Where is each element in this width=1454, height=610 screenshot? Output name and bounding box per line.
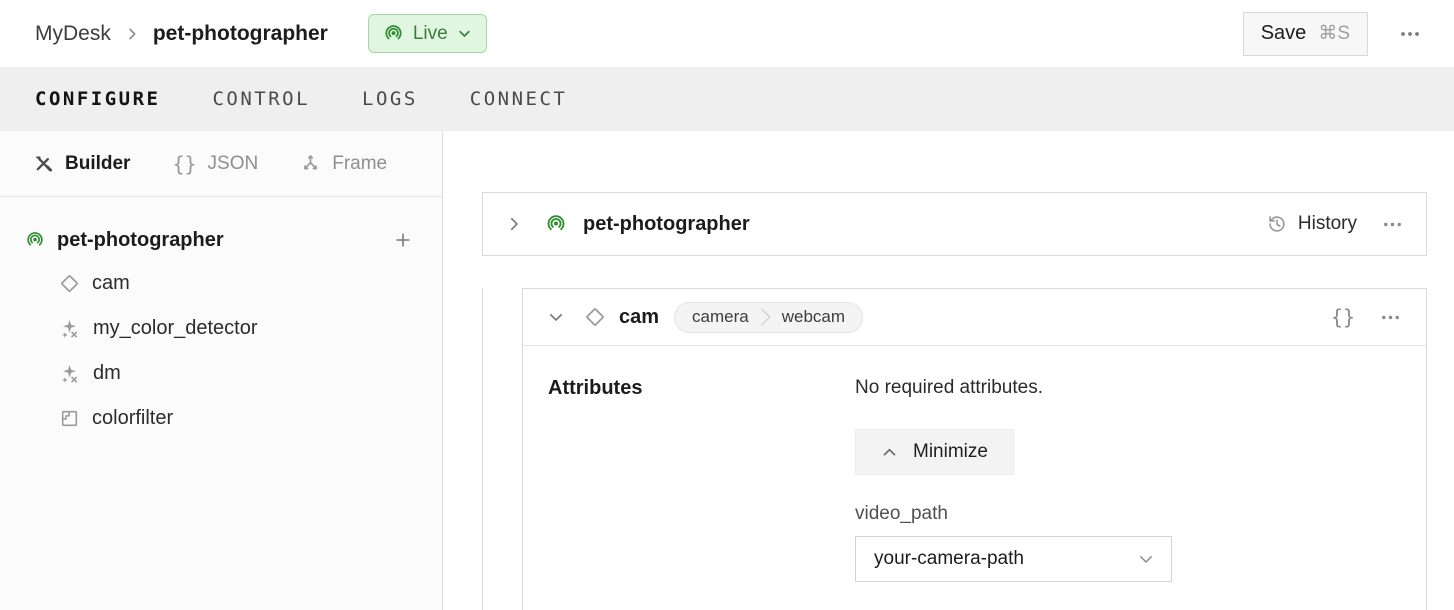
- view-tab-builder-label: Builder: [65, 153, 130, 175]
- machine-card-expand-button[interactable]: [499, 209, 529, 239]
- primary-tabbar: CONFIGURE CONTROL LOGS CONNECT: [0, 67, 1454, 131]
- view-code-button[interactable]: {}: [1331, 305, 1355, 329]
- view-tab-frame[interactable]: Frame: [300, 153, 387, 175]
- ellipsis-icon: [1379, 306, 1402, 329]
- tools-icon: [33, 153, 54, 174]
- tab-connect[interactable]: CONNECT: [470, 88, 568, 110]
- tab-control[interactable]: CONTROL: [212, 88, 310, 110]
- save-button-label: Save: [1261, 22, 1307, 45]
- resource-type-tags: camera webcam: [674, 302, 863, 333]
- breadcrumb-org[interactable]: MyDesk: [35, 22, 111, 46]
- chevron-separator-icon: [759, 306, 772, 328]
- breadcrumb: MyDesk pet-photographer: [35, 22, 328, 46]
- attributes-label-column: Attributes: [548, 377, 855, 582]
- resource-cards-group: cam camera webcam {}: [482, 288, 1427, 610]
- chevron-down-icon: [547, 308, 565, 326]
- machine-card-title: pet-photographer: [583, 213, 750, 236]
- cam-card-body: Attributes No required attributes. Minim…: [523, 346, 1426, 582]
- minimize-button[interactable]: Minimize: [855, 429, 1014, 475]
- video-path-select-value: your-camera-path: [874, 548, 1024, 570]
- broadcast-icon: [383, 23, 404, 44]
- resource-model-tag: webcam: [782, 307, 845, 327]
- service-sparkle-icon: [59, 363, 81, 385]
- machine-card-menu-button[interactable]: [1375, 207, 1410, 242]
- module-icon: [59, 408, 80, 429]
- cam-card-header: cam camera webcam {}: [523, 289, 1426, 346]
- machine-card: pet-photographer History: [482, 192, 1427, 256]
- chevron-down-icon: [457, 26, 472, 41]
- tree-item-cam[interactable]: cam: [0, 261, 442, 306]
- tab-configure[interactable]: CONFIGURE: [35, 88, 160, 110]
- ellipsis-icon: [1398, 22, 1422, 46]
- cam-card-collapse-button[interactable]: [541, 302, 571, 332]
- config-main-panel: pet-photographer History: [443, 131, 1454, 610]
- history-button-label: History: [1298, 213, 1357, 235]
- history-button[interactable]: History: [1266, 213, 1357, 235]
- machine-status-dropdown[interactable]: Live: [368, 14, 487, 53]
- attributes-heading: Attributes: [548, 377, 855, 400]
- tree-item-label: colorfilter: [92, 407, 173, 430]
- save-button[interactable]: Save ⌘S: [1243, 12, 1368, 56]
- app-header: MyDesk pet-photographer Live Save ⌘S: [0, 0, 1454, 67]
- ellipsis-icon: [1381, 213, 1404, 236]
- tree-item-dm[interactable]: dm: [0, 351, 442, 396]
- no-required-attributes-text: No required attributes.: [855, 377, 1401, 399]
- cam-card-actions: {}: [1331, 300, 1408, 335]
- resource-tree: pet-photographer cam: [0, 197, 442, 441]
- tree-item-colorfilter[interactable]: colorfilter: [0, 396, 442, 441]
- chevron-right-icon: [505, 215, 523, 233]
- broadcast-icon: [545, 213, 567, 235]
- tree-root-label: pet-photographer: [57, 229, 375, 252]
- history-icon: [1266, 213, 1288, 235]
- config-sidebar: Builder {} JSON Frame: [0, 131, 443, 610]
- resource-type-tag: camera: [692, 307, 749, 327]
- attributes-form-column: No required attributes. Minimize video_p…: [855, 377, 1401, 582]
- add-resource-button[interactable]: [387, 224, 419, 256]
- video-path-select[interactable]: your-camera-path: [855, 536, 1172, 582]
- frame-axes-icon: [300, 153, 321, 174]
- view-tab-builder[interactable]: Builder: [33, 153, 130, 175]
- tab-logs[interactable]: LOGS: [362, 88, 418, 110]
- view-tab-frame-label: Frame: [332, 153, 387, 175]
- plus-icon: [393, 230, 413, 250]
- cam-card-title: cam: [619, 306, 659, 329]
- save-shortcut-hint: ⌘S: [1318, 22, 1350, 45]
- tree-item-label: dm: [93, 362, 121, 385]
- tree-root-machine[interactable]: pet-photographer: [0, 219, 442, 261]
- view-tab-json[interactable]: {} JSON: [172, 153, 258, 175]
- sidebar-view-tabs: Builder {} JSON Frame: [0, 131, 442, 197]
- service-sparkle-icon: [59, 318, 81, 340]
- status-label: Live: [413, 23, 448, 45]
- tree-item-label: my_color_detector: [93, 317, 258, 340]
- breadcrumb-separator-icon: [124, 26, 140, 42]
- cam-card-menu-button[interactable]: [1373, 300, 1408, 335]
- minimize-button-label: Minimize: [913, 441, 988, 463]
- video-path-field-label: video_path: [855, 503, 1401, 525]
- breadcrumb-machine-name: pet-photographer: [153, 22, 328, 46]
- component-diamond-icon: [584, 306, 606, 328]
- tree-item-my-color-detector[interactable]: my_color_detector: [0, 306, 442, 351]
- content-area: Builder {} JSON Frame: [0, 131, 1454, 610]
- machine-card-actions: History: [1266, 207, 1410, 242]
- broadcast-icon: [25, 230, 45, 250]
- chevron-down-icon: [1137, 550, 1155, 568]
- view-tab-json-label: JSON: [208, 153, 259, 175]
- braces-icon: {}: [172, 154, 196, 174]
- component-diamond-icon: [59, 273, 80, 294]
- header-actions: Save ⌘S: [1243, 12, 1428, 56]
- chevron-up-icon: [881, 444, 898, 461]
- cam-resource-card: cam camera webcam {}: [522, 288, 1427, 610]
- tree-item-label: cam: [92, 272, 130, 295]
- header-overflow-menu-button[interactable]: [1392, 16, 1428, 52]
